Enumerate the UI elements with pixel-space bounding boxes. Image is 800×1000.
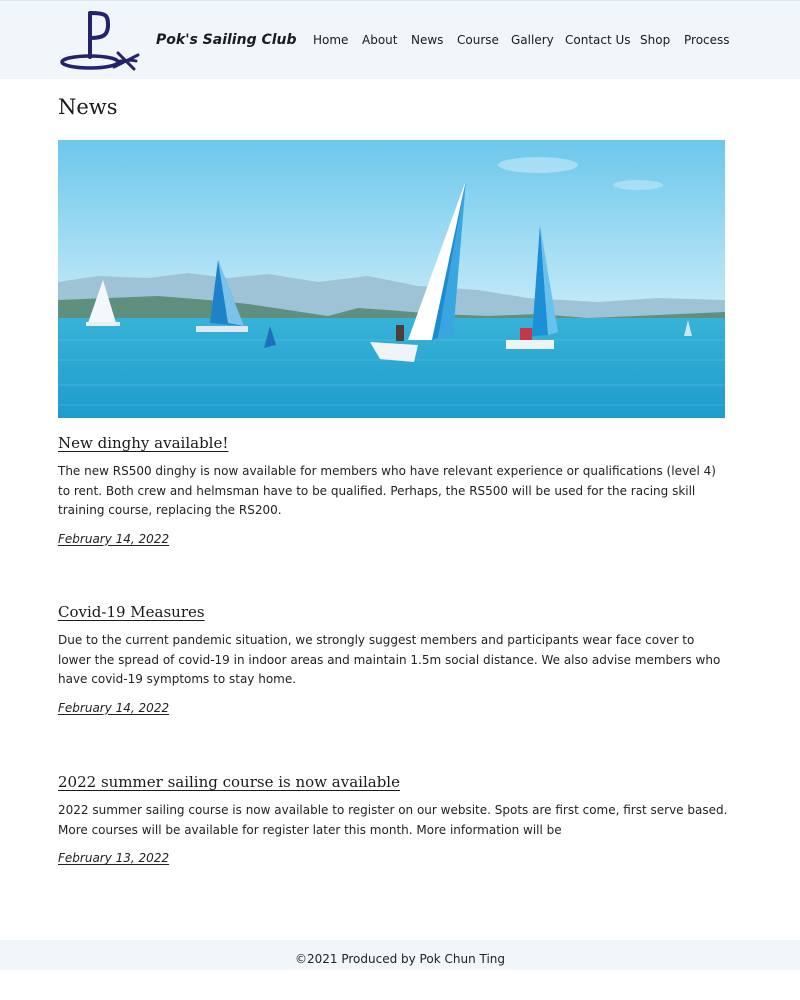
nav-gallery[interactable]: Gallery [511,33,554,47]
nav-process[interactable]: Process [684,33,730,47]
article-date[interactable]: February 13, 2022 [58,851,169,865]
page-title: News [58,95,118,119]
site-footer: ©2021 Produced by Pok Chun Ting [0,940,800,970]
footer-credit: ©2021 Produced by Pok Chun Ting [295,952,505,966]
article-heading[interactable]: New dinghy available! [58,433,228,453]
news-article: New dinghy available! The new RS500 ding… [58,433,728,547]
nav-course[interactable]: Course [457,33,499,47]
nav-about[interactable]: About [362,33,397,47]
article-body: The new RS500 dinghy is now available fo… [58,464,716,517]
nav-shop[interactable]: Shop [640,33,670,47]
nav-news[interactable]: News [411,33,443,47]
site-header: Pok's Sailing Club Home About News Cours… [0,0,800,79]
nav-contact-us[interactable]: Contact Us [565,33,631,47]
news-article: Covid-19 Measures Due to the current pan… [58,602,728,716]
news-article: 2022 summer sailing course is now availa… [58,772,728,866]
article-date[interactable]: February 14, 2022 [58,532,169,546]
nav-home[interactable]: Home [313,33,348,47]
main-nav: Home About News Course Gallery Contact U… [0,33,800,49]
article-body: Due to the current pandemic situation, w… [58,633,721,686]
article-heading[interactable]: Covid-19 Measures [58,602,205,622]
article-heading[interactable]: 2022 summer sailing course is now availa… [58,772,400,792]
article-body: 2022 summer sailing course is now availa… [58,803,728,837]
article-date[interactable]: February 14, 2022 [58,701,169,715]
sailing-banner-image [58,140,725,418]
